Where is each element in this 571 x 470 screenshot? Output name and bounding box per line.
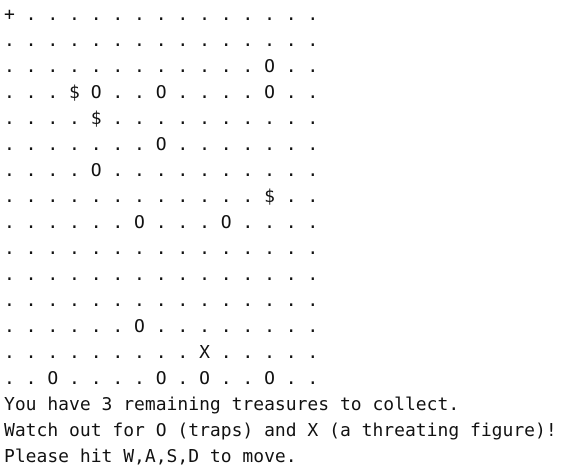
game-board: + . . . . . . . . . . . . . . . . . . . …: [4, 2, 569, 392]
board-row: . . . . . . . . . X . . . . .: [4, 342, 319, 363]
board-row: . . . . $ . . . . . . . . . .: [4, 108, 319, 129]
board-row: . . . . . . O . . . . . . . .: [4, 316, 319, 337]
warning-message: Watch out for O (traps) and X (a threati…: [4, 420, 557, 441]
status-messages: You have 3 remaining treasures to collec…: [4, 392, 569, 470]
terminal-output: + . . . . . . . . . . . . . . . . . . . …: [4, 2, 569, 467]
board-row: . . . . . . . . . . . . O . .: [4, 56, 319, 77]
board-row: . . . . . . . . . . . . . . .: [4, 238, 319, 259]
board-row: . . . . . . . O . . . . . . .: [4, 134, 319, 155]
board-row: . . . $ O . . O . . . . O . .: [4, 82, 319, 103]
remaining-treasures-message: You have 3 remaining treasures to collec…: [4, 394, 460, 415]
board-row: . . . . O . . . . . . . . . .: [4, 160, 319, 181]
board-row: . . . . . . . . . . . . . . .: [4, 30, 319, 51]
controls-message: Please hit W,A,S,D to move.: [4, 446, 297, 467]
board-row: . . O . . . . O . O . . O . .: [4, 368, 319, 389]
board-row: . . . . . . . . . . . . . . .: [4, 290, 319, 311]
board-row: . . . . . . . . . . . . . . .: [4, 264, 319, 285]
board-row: . . . . . . O . . . O . . . .: [4, 212, 319, 233]
board-row: + . . . . . . . . . . . . . .: [4, 4, 319, 25]
board-row: . . . . . . . . . . . . $ . .: [4, 186, 319, 207]
